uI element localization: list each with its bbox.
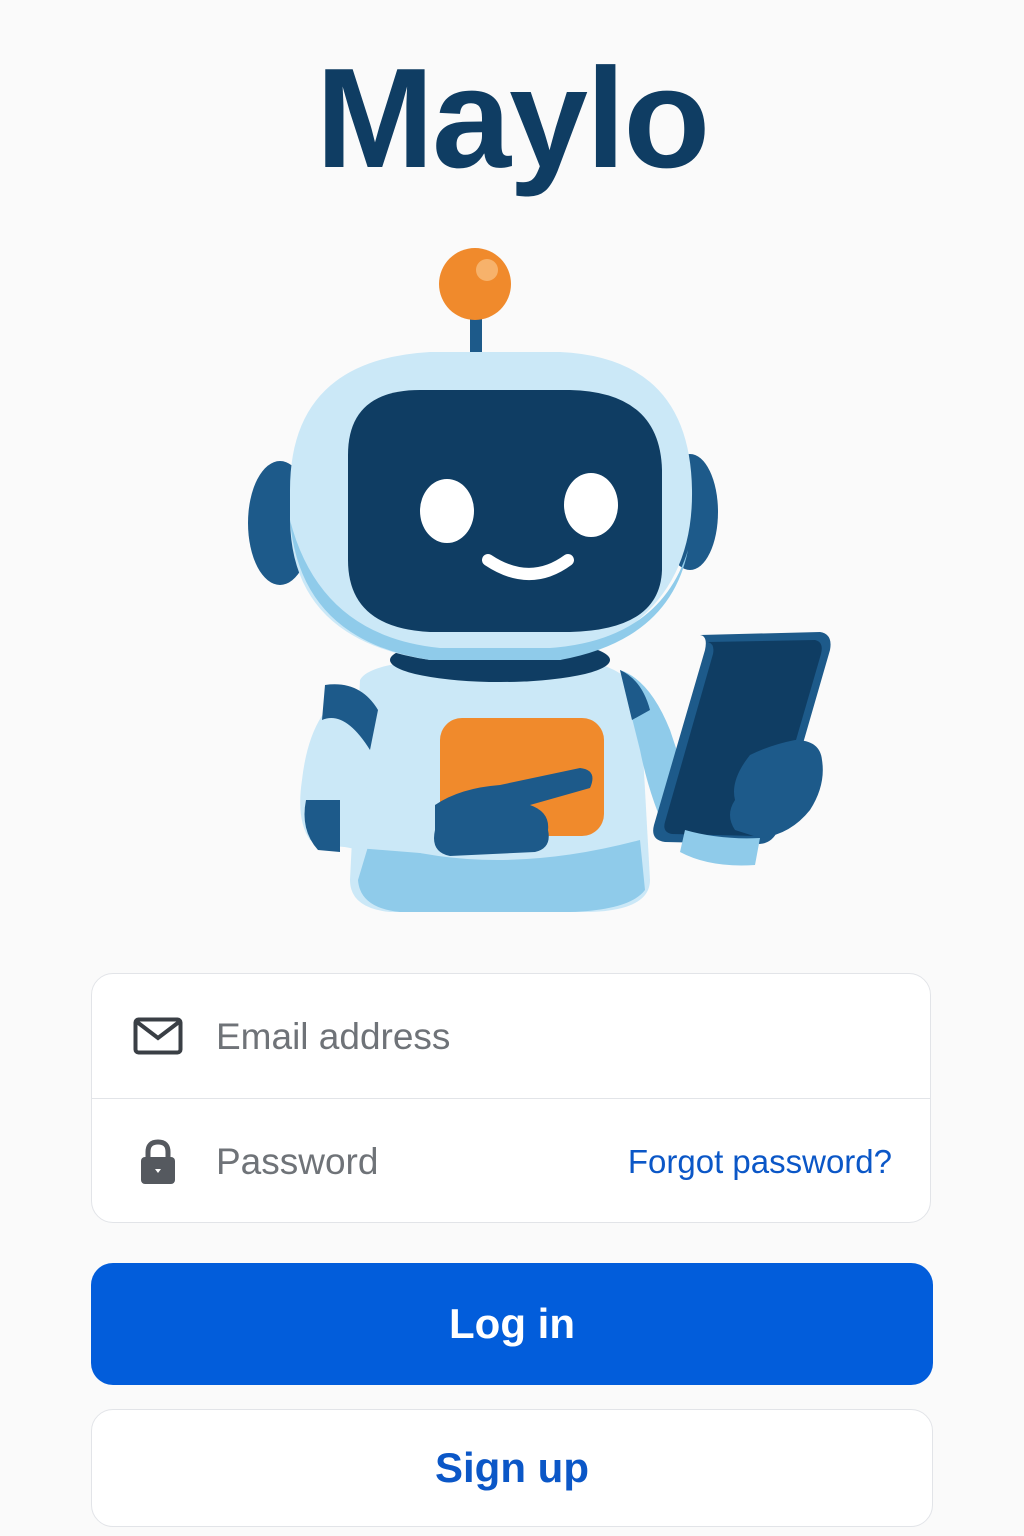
login-form: Forgot password? <box>91 973 931 1223</box>
email-input[interactable] <box>214 1004 898 1070</box>
app-title: Maylo <box>315 39 710 198</box>
login-screen: Maylo Email address Forgot password? Log… <box>0 0 1024 1536</box>
email-row <box>92 974 930 1099</box>
lock-icon <box>132 1136 184 1188</box>
robot-mascot-icon <box>230 240 850 930</box>
envelope-icon <box>132 1010 184 1062</box>
forgot-password-link[interactable]: Forgot password? <box>628 1143 892 1181</box>
password-input[interactable] <box>214 1129 598 1195</box>
signup-button[interactable]: Sign up <box>91 1409 933 1527</box>
password-row: Forgot password? <box>92 1099 930 1222</box>
login-button[interactable]: Log in <box>91 1263 933 1385</box>
